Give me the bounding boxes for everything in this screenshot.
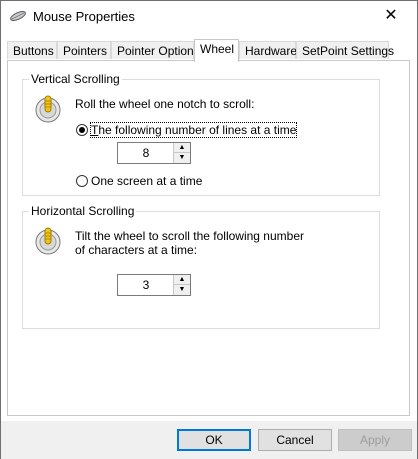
lines-spinner[interactable]: 8 ▲ ▼ — [117, 142, 191, 164]
lines-radio-label[interactable]: The following number of lines at a time — [89, 122, 298, 138]
window-title: Mouse Properties — [33, 9, 135, 24]
mouse-wheel-icon — [33, 92, 63, 126]
dialog-footer: OK Cancel Apply — [1, 421, 417, 459]
tab-hardware[interactable]: Hardware — [239, 41, 297, 59]
one-screen-radio-label[interactable]: One screen at a time — [91, 174, 202, 188]
tab-pointer-options[interactable]: Pointer Options — [111, 41, 200, 59]
cancel-button[interactable]: Cancel — [258, 429, 332, 451]
tab-setpoint-settings[interactable]: SetPoint Settings — [296, 41, 394, 59]
chevron-down-icon[interactable]: ▼ — [174, 153, 190, 163]
apply-button[interactable]: Apply — [338, 429, 412, 451]
tab-pointers[interactable]: Pointers — [57, 41, 111, 59]
wheel-tab-panel: Vertical Scrolling Roll the wheel one no… — [7, 60, 410, 416]
horizontal-scrolling-group: Horizontal Scrolling Tilt the wheel to s… — [22, 204, 380, 329]
horizontal-prompt-line1: Tilt the wheel to scroll the following n… — [75, 229, 304, 243]
mouse-properties-window: Mouse Properties ✕ Buttons Pointers Poin… — [0, 0, 418, 459]
tab-strip: Buttons Pointers Pointer Options Wheel H… — [7, 39, 411, 62]
close-button[interactable]: ✕ — [373, 5, 409, 27]
vertical-prompt: Roll the wheel one notch to scroll: — [75, 97, 255, 111]
lines-radio-label-text: he following number of lines at a time — [98, 123, 297, 137]
ok-button[interactable]: OK — [177, 429, 251, 451]
chevron-up-icon[interactable]: ▲ — [174, 143, 190, 153]
vertical-scrolling-group: Vertical Scrolling Roll the wheel one no… — [22, 72, 380, 196]
mouse-wheel-icon — [33, 224, 63, 258]
vertical-scrolling-label: Vertical Scrolling — [29, 72, 122, 86]
chars-value[interactable]: 3 — [118, 275, 174, 295]
lines-radio[interactable] — [76, 124, 88, 136]
title-bar[interactable]: Mouse Properties ✕ — [1, 1, 417, 32]
mouse-icon — [9, 9, 27, 23]
chars-spin-buttons: ▲ ▼ — [173, 275, 190, 295]
tab-wheel[interactable]: Wheel — [194, 39, 239, 62]
horizontal-prompt-line2: of characters at a time: — [75, 243, 198, 257]
horizontal-scrolling-label: Horizontal Scrolling — [29, 204, 137, 218]
lines-value[interactable]: 8 — [118, 143, 174, 163]
one-screen-radio[interactable] — [76, 175, 88, 187]
chevron-down-icon[interactable]: ▼ — [174, 285, 190, 295]
chars-spinner[interactable]: 3 ▲ ▼ — [117, 274, 191, 296]
tab-buttons[interactable]: Buttons — [7, 41, 57, 59]
chevron-up-icon[interactable]: ▲ — [174, 275, 190, 285]
lines-spin-buttons: ▲ ▼ — [173, 143, 190, 163]
